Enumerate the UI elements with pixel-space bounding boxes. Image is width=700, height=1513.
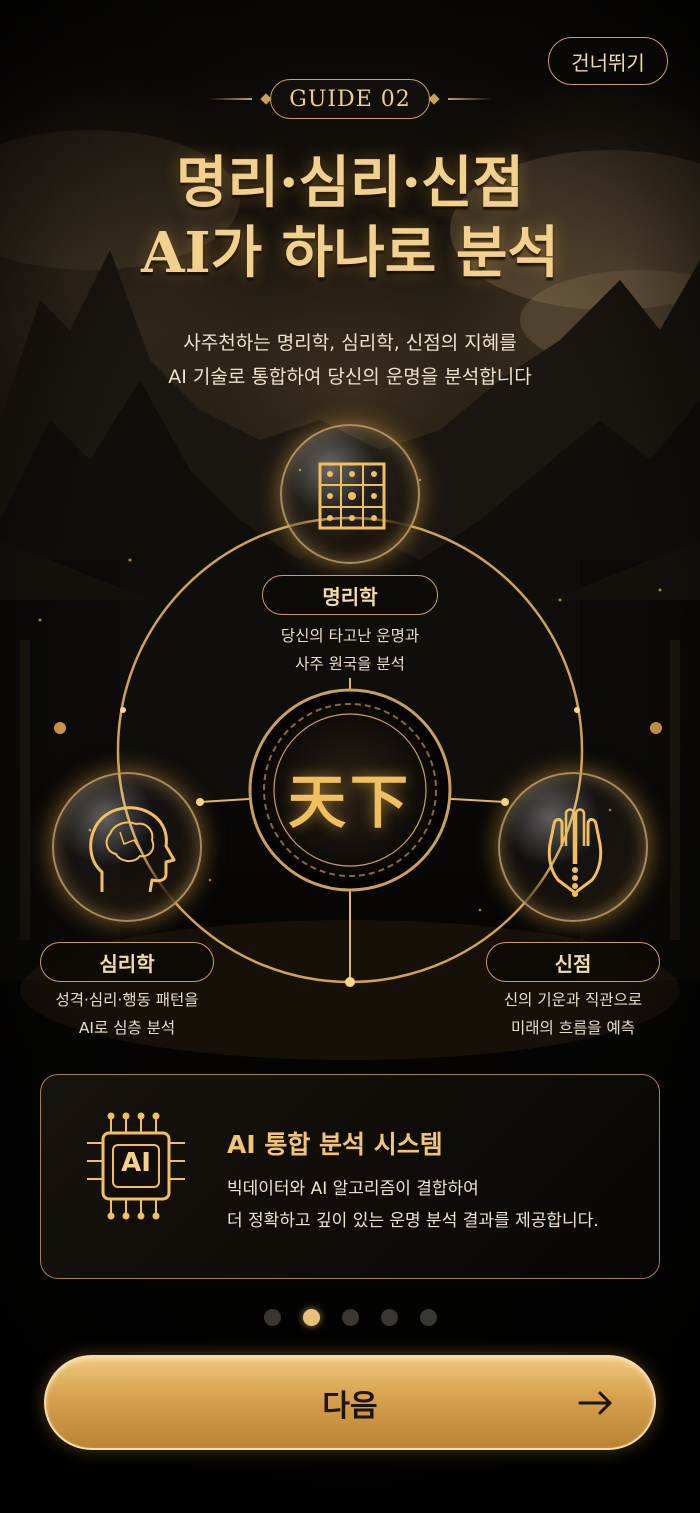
page-dot-2-active[interactable] [302,1309,320,1326]
praying-hands-icon [547,808,603,897]
myeongri-desc-line-2: 사주 원국을 분석 [295,655,405,673]
simri-label: 심리학 [40,942,214,982]
sinjeom-desc: 신의 기운과 직관으로 미래의 흐름을 예측 [473,986,673,1042]
next-button-label: 다음 [322,1388,378,1424]
arrow-right-icon [578,1391,612,1415]
ai-system-card: AI AI 통합 분석 시스템 빅데이터와 AI 알고리즘이 결합하여 더 정확… [40,1074,660,1279]
subtitle-line-1: 사주천하는 명리학, 심리학, 신점의 지혜를 [183,332,517,354]
ai-chip-icon: AI [81,1111,191,1221]
subtitle-line-2: AI 기술로 통합하여 당신의 운명을 분석합니다 [168,366,532,388]
sinjeom-desc-line-1: 신의 기운과 직관으로 [503,991,643,1009]
myeongri-orb[interactable] [280,424,420,564]
page-dot-4[interactable] [380,1309,398,1326]
next-button[interactable]: 다음 [44,1355,656,1450]
ai-card-desc-line-2: 더 정확하고 깊이 있는 운명 분석 결과를 제공합니다. [227,1211,599,1231]
grid-icon [318,462,386,530]
myeongri-desc-line-1: 당신의 타고난 운명과 [280,627,420,645]
simri-orb[interactable] [52,772,202,922]
ai-card-desc-line-1: 빅데이터와 AI 알고리즘이 결합하여 [227,1179,479,1199]
page-dot-3[interactable] [341,1309,359,1326]
guide-label: GUIDE 02 [270,79,430,119]
three-discipline-diagram: 天下 명리학 당신의 타고난 운명과 사주 원국을 분석 심리학 성격·심리·행… [0,410,700,1050]
center-emblem-text: 天下 [287,768,412,836]
myeongri-label: 명리학 [262,575,438,615]
brain-head-icon [89,806,176,893]
sinjeom-desc-line-2: 미래의 흐름을 예측 [511,1019,635,1037]
divider-right [447,98,492,100]
title-line-2: AI가 하나로 분석 [141,220,559,286]
sinjeom-label: 신점 [486,942,660,982]
ai-card-title: AI 통합 분석 시스템 [227,1130,443,1159]
diamond-ornament-right [428,93,440,105]
page-subtitle: 사주천하는 명리학, 심리학, 신점의 지혜를 AI 기술로 통합하여 당신의 … [0,326,700,394]
page-dot-5[interactable] [419,1309,437,1326]
myeongri-desc: 당신의 타고난 운명과 사주 원국을 분석 [250,622,450,678]
page-dot-1[interactable] [263,1309,281,1326]
page-title: 명리·심리·신점 AI가 하나로 분석 [0,148,700,288]
simri-desc-line-2: AI로 심층 분석 [78,1019,176,1037]
divider-left [208,98,253,100]
page-indicator [0,1309,700,1326]
simri-desc-line-1: 성격·심리·행동 패턴을 [55,991,199,1009]
simri-desc: 성격·심리·행동 패턴을 AI로 심층 분석 [27,986,227,1042]
title-line-1: 명리·심리·신점 [175,150,525,216]
ai-chip-text: AI [121,1148,151,1178]
guide-badge: GUIDE 02 [0,76,700,122]
ai-card-desc: 빅데이터와 AI 알고리즘이 결합하여 더 정확하고 깊이 있는 운명 분석 결… [227,1173,599,1237]
sinjeom-orb[interactable] [498,772,648,922]
